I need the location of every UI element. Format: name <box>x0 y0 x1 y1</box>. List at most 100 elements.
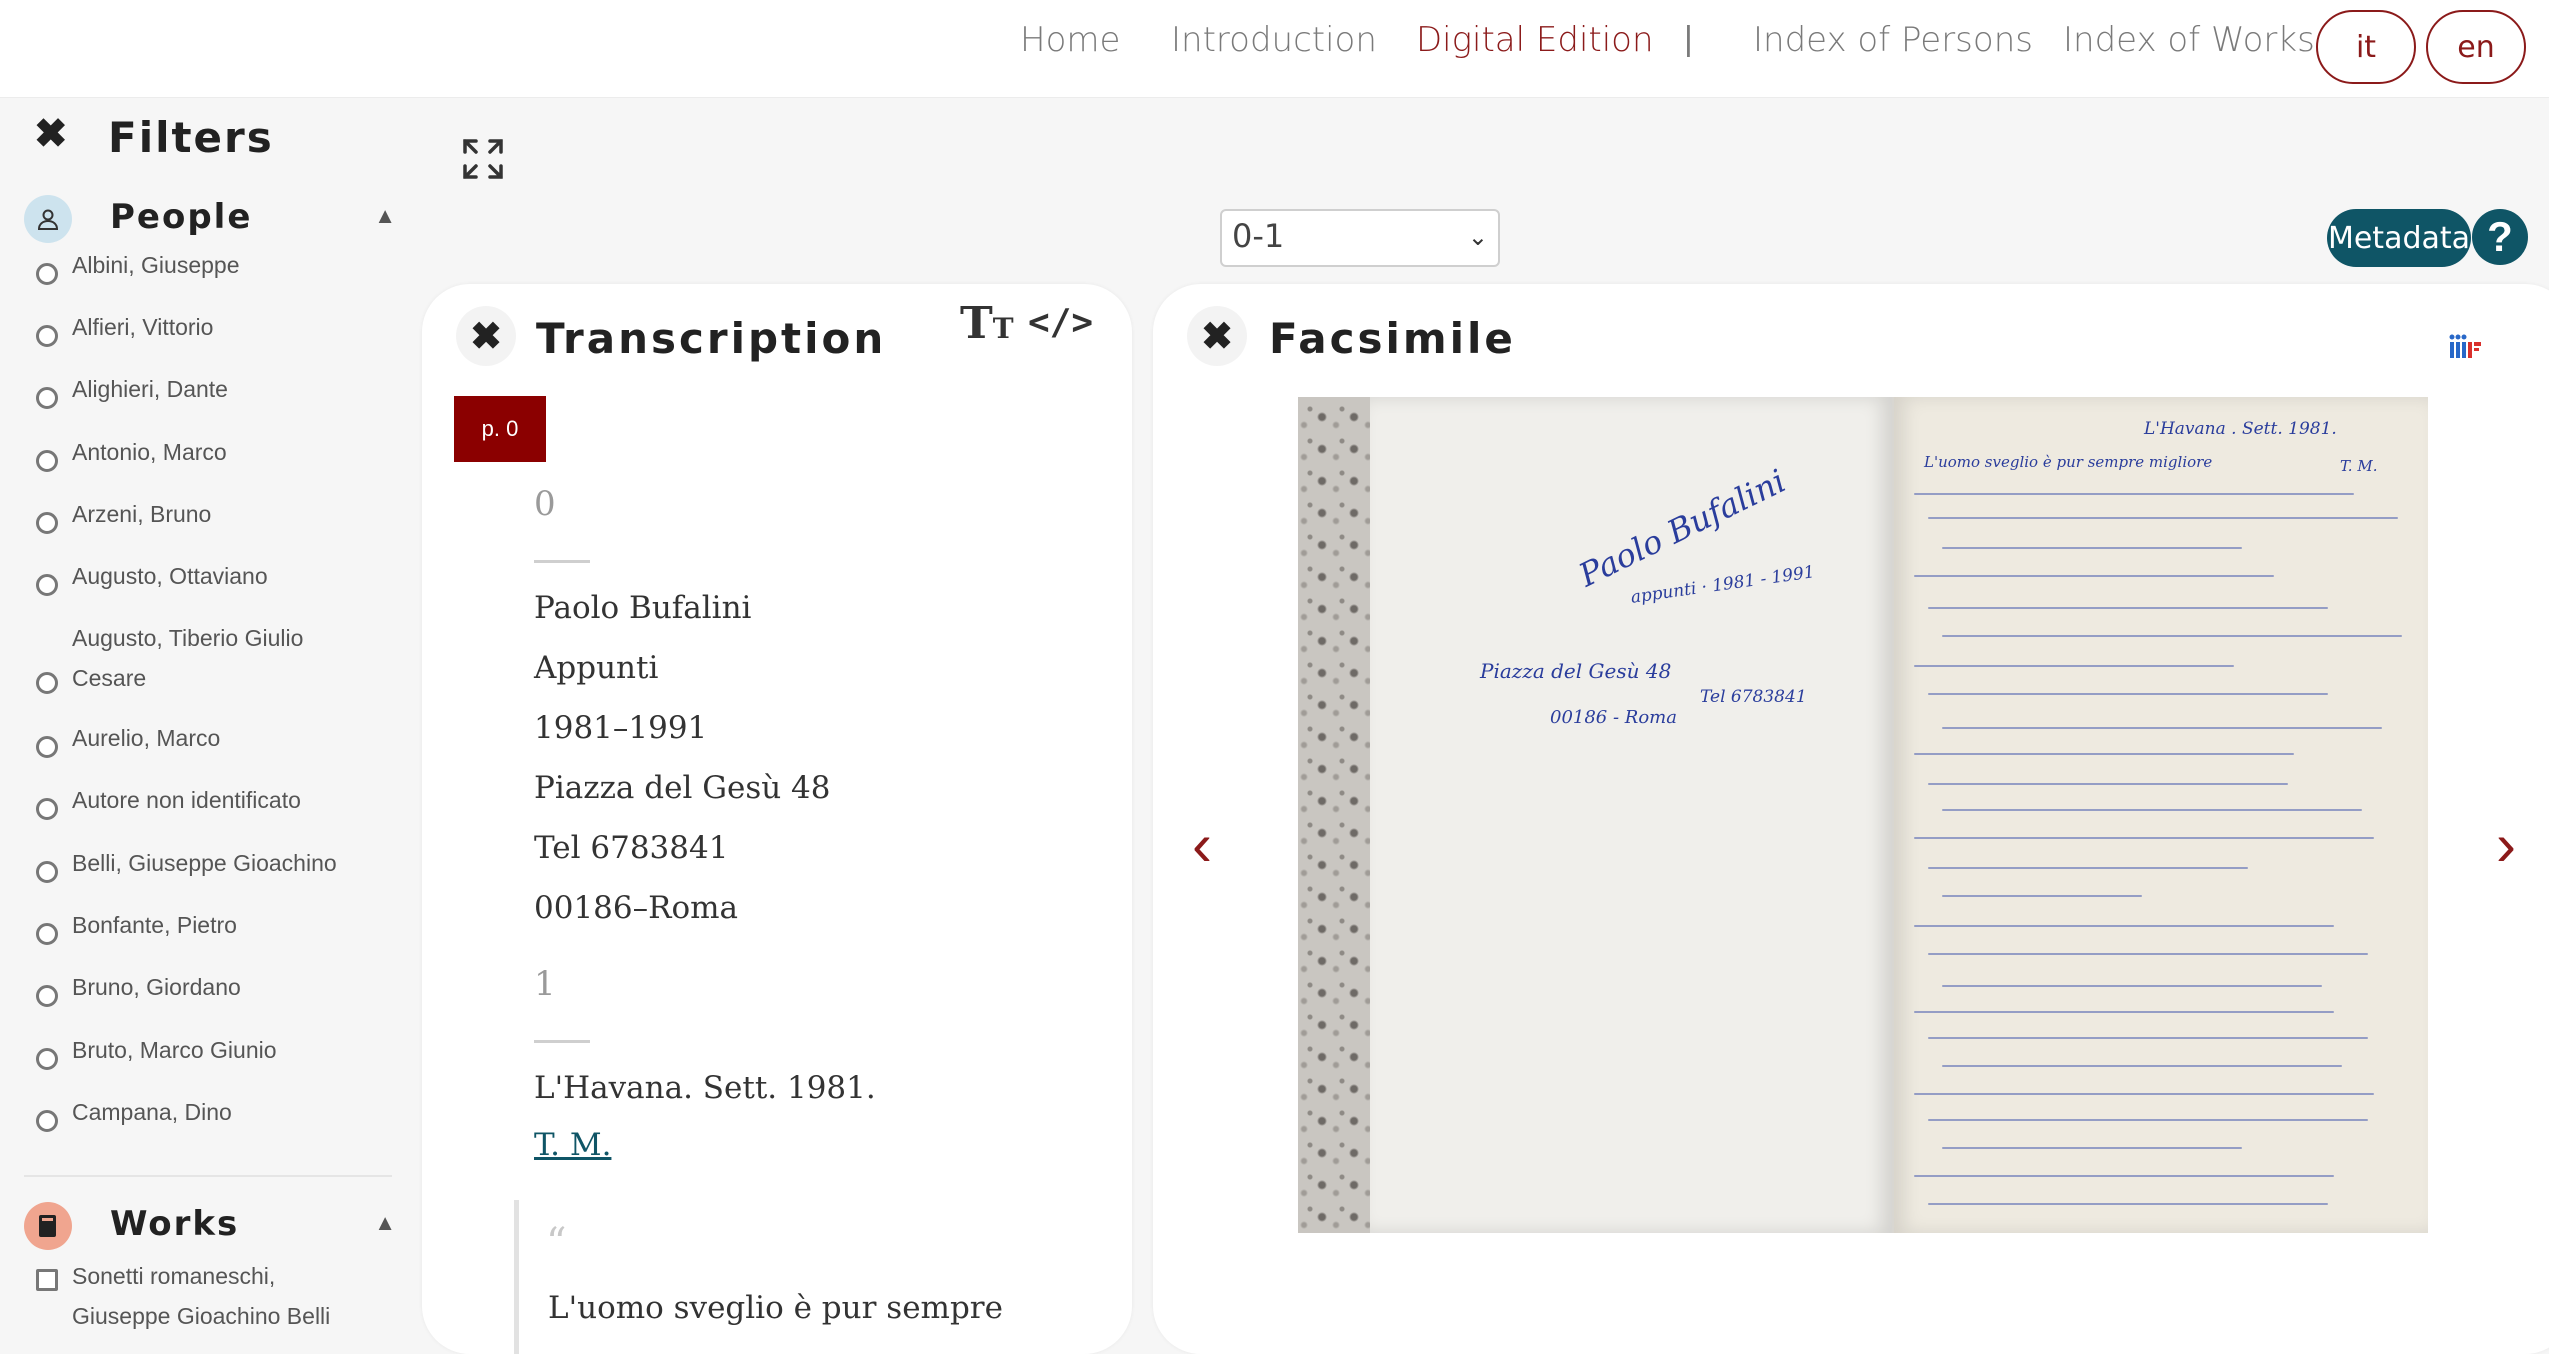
person-label: Albini, Giuseppe <box>72 252 240 278</box>
facsimile-image[interactable]: Paolo Bufalini appunti · 1981 - 1991 Pia… <box>1298 397 2428 1233</box>
person-label: Arzeni, Bruno <box>72 501 212 527</box>
person-icon <box>24 195 72 243</box>
works-section-title: Works <box>110 1204 240 1244</box>
collapse-up-icon[interactable]: ▲ <box>374 203 396 229</box>
handwriting-stroke <box>1942 547 2242 549</box>
page-divider <box>534 1040 590 1043</box>
metadata-button[interactable]: Metadata <box>2327 209 2471 267</box>
filters-title: Filters <box>108 113 274 162</box>
person-radio[interactable] <box>36 325 58 347</box>
section-divider <box>24 1175 392 1177</box>
person-link[interactable]: T. M. <box>534 1127 611 1163</box>
work-label: Sonetti romaneschi, Giuseppe Gioachino B… <box>72 1263 331 1329</box>
transcription-line: Paolo Bufalini <box>534 590 752 626</box>
person-radio[interactable] <box>36 736 58 758</box>
person-label: Aurelio, Marco <box>72 725 221 751</box>
filters-sidebar: ✖ Filters People ▲ Albini, Giuseppe Alfie… <box>0 97 400 1343</box>
person-radio[interactable] <box>36 512 58 534</box>
handwriting-stroke <box>1942 635 2402 637</box>
code-icon[interactable]: </> <box>1028 302 1093 343</box>
handwriting-stroke <box>1928 783 2288 785</box>
person-radio[interactable] <box>36 985 58 1007</box>
page-select-value: 0-1 <box>1232 217 1285 255</box>
page-select[interactable]: 0-1 ⌄ <box>1220 209 1500 267</box>
person-radio[interactable] <box>36 1048 58 1070</box>
works-section-header[interactable]: Works ▲ <box>24 1202 396 1252</box>
close-icon[interactable]: ✖ <box>34 111 68 157</box>
iiif-icon[interactable] <box>2448 333 2484 361</box>
handwritten-notes: appunti · 1981 - 1991 <box>1629 562 1816 608</box>
handwriting-stroke <box>1928 953 2368 955</box>
nav-introduction[interactable]: Introduction <box>1171 20 1377 60</box>
handwriting-stroke <box>1942 1147 2242 1149</box>
page-number: 0 <box>534 484 556 524</box>
chevron-right-icon[interactable]: › <box>2496 815 2516 875</box>
page-divider <box>534 560 590 563</box>
transcription-heading: L'Havana. Sett. 1981. <box>534 1070 876 1106</box>
nav-index-of-works[interactable]: Index of Works <box>2063 20 2315 60</box>
person-label: Antonio, Marco <box>72 439 227 465</box>
chevron-left-icon[interactable]: ‹ <box>1192 815 1212 875</box>
person-label: Belli, Giuseppe Gioachino <box>72 850 337 876</box>
help-button[interactable]: ? <box>2472 209 2528 265</box>
work-checkbox[interactable] <box>36 1269 58 1291</box>
close-icon[interactable]: ✖ <box>1187 306 1247 366</box>
transcription-line: Appunti <box>534 650 659 686</box>
facsimile-left-page: Paolo Bufalini appunti · 1981 - 1991 Pia… <box>1370 397 1892 1233</box>
transcription-title: Transcription <box>536 314 887 363</box>
handwriting-stroke <box>1914 1093 2374 1095</box>
person-radio[interactable] <box>36 387 58 409</box>
person-label: Campana, Dino <box>72 1099 232 1125</box>
handwriting-stroke <box>1928 517 2398 519</box>
nav-index-of-persons[interactable]: Index of Persons <box>1753 20 2033 60</box>
person-radio[interactable] <box>36 263 58 285</box>
handwriting-stroke <box>1928 607 2328 609</box>
handwriting-stroke <box>1942 985 2322 987</box>
language-en-button[interactable]: en <box>2426 10 2526 84</box>
person-label: Bonfante, Pietro <box>72 912 237 938</box>
handwritten-header: L'Havana . Sett. 1981. <box>2144 419 2337 439</box>
person-radio[interactable] <box>36 450 58 472</box>
person-label: Bruto, Marco Giunio <box>72 1037 277 1063</box>
handwriting-stroke <box>1928 1037 2368 1039</box>
handwriting-stroke <box>1928 867 2248 869</box>
nav-home[interactable]: Home <box>1020 20 1120 60</box>
close-icon[interactable]: ✖ <box>456 306 516 366</box>
person-label: Autore non identificato <box>72 787 301 813</box>
page-badge[interactable]: p. 0 <box>454 396 546 462</box>
person-label: Bruno, Giordano <box>72 974 241 1000</box>
facsimile-title: Facsimile <box>1269 314 1516 363</box>
expand-icon[interactable] <box>462 138 504 180</box>
people-section-title: People <box>110 197 253 237</box>
handwriting-stroke <box>1928 693 2328 695</box>
handwriting-stroke <box>1914 665 2234 667</box>
language-it-button[interactable]: it <box>2316 10 2416 84</box>
person-radio[interactable] <box>36 672 58 694</box>
handwritten-phone: Tel 6783841 <box>1700 687 1807 707</box>
person-radio[interactable] <box>36 923 58 945</box>
facsimile-right-page: L'Havana . Sett. 1981. L'uomo sveglio è … <box>1894 397 2428 1233</box>
nav-digital-edition[interactable]: Digital Edition <box>1416 20 1654 60</box>
handwriting-stroke <box>1942 727 2382 729</box>
marbled-cover <box>1298 397 1370 1233</box>
text-size-icon[interactable]: TT <box>960 298 1014 349</box>
person-label: Augusto, Ottaviano <box>72 563 268 589</box>
quote-mark: “ <box>546 1220 567 1266</box>
transcription-line: Tel 6783841 <box>534 830 729 866</box>
people-section-header[interactable]: People ▲ <box>24 195 396 245</box>
quote-text: L'uomo sveglio è pur sempre <box>548 1290 1003 1326</box>
person-radio[interactable] <box>36 574 58 596</box>
person-radio[interactable] <box>36 1110 58 1132</box>
collapse-up-icon[interactable]: ▲ <box>374 1210 396 1236</box>
handwriting-stroke <box>1928 1203 2328 1205</box>
nav-separator: | <box>1684 20 1693 58</box>
handwriting-stroke <box>1928 1119 2368 1121</box>
person-radio[interactable] <box>36 861 58 883</box>
person-radio[interactable] <box>36 798 58 820</box>
book-icon <box>24 1202 72 1250</box>
handwriting-stroke <box>1914 575 2274 577</box>
handwriting-stroke <box>1914 753 2294 755</box>
handwriting-stroke <box>1942 895 2142 897</box>
transcription-panel: ✖ Transcription TT </> p. 0 0 Paolo Bufa… <box>422 284 1132 1354</box>
handwritten-initials: T. M. <box>2340 457 2378 475</box>
